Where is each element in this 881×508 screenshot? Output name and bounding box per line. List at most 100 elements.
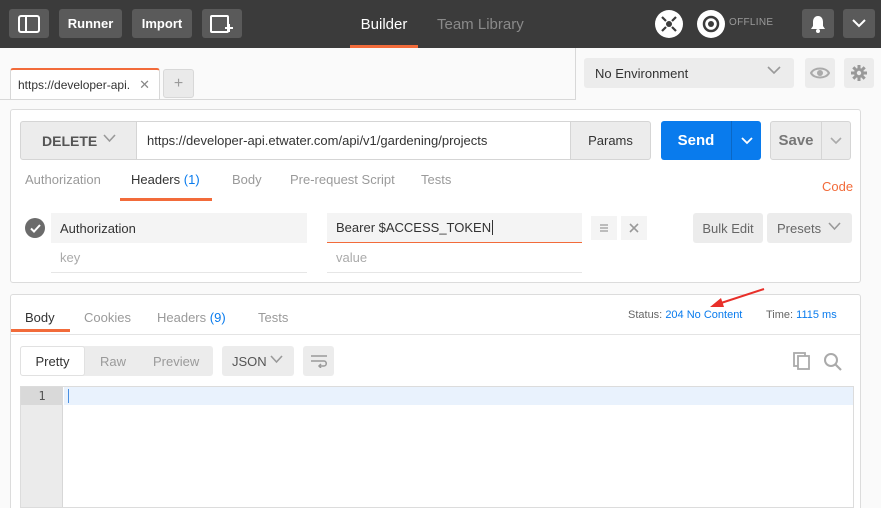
environment-quick-look-button[interactable]	[805, 58, 835, 88]
tab-team-library[interactable]: Team Library	[437, 0, 524, 48]
top-toolbar: Runner Import Builder Team Library OFFLI…	[0, 0, 881, 48]
time-value[interactable]: 1115 ms	[796, 309, 837, 321]
copy-response-button[interactable]	[792, 351, 812, 371]
import-button[interactable]: Import	[132, 9, 192, 38]
bulk-edit-label: Bulk Edit	[702, 220, 754, 236]
sync-status-icon	[702, 15, 720, 33]
header-value-value: Bearer $ACCESS_TOKEN	[336, 220, 492, 235]
sidebar-icon	[18, 14, 40, 33]
settings-menu-button[interactable]	[843, 9, 875, 38]
line-number-gutter	[21, 387, 63, 507]
interceptor-button[interactable]	[655, 10, 683, 38]
presets-select[interactable]: Presets	[767, 213, 852, 243]
response-tab-body[interactable]: Body	[11, 310, 70, 332]
status-label: Status:	[628, 309, 663, 321]
save-options-button[interactable]	[821, 121, 851, 160]
runner-button[interactable]: Runner	[59, 9, 122, 38]
url-input[interactable]: https://developer-api.etwater.com/api/v1…	[136, 121, 571, 160]
request-tab[interactable]: https://developer-api. ✕	[10, 68, 160, 99]
response-time: Time: 1115 ms	[766, 309, 837, 321]
environment-selected-label: No Environment	[595, 65, 689, 81]
header-key-field[interactable]: Authorization	[51, 213, 307, 243]
response-status: Status: 204 No Content	[628, 309, 742, 321]
format-preview-label: Preview	[153, 353, 200, 369]
response-body-editor[interactable]: 1	[20, 386, 854, 508]
text-cursor	[492, 220, 494, 235]
wrap-lines-button[interactable]	[303, 346, 334, 376]
check-icon	[29, 223, 41, 233]
tab-headers[interactable]: Headers (1)	[120, 172, 212, 202]
tab-tests[interactable]: Tests	[421, 172, 451, 202]
chevron-down-icon	[767, 66, 781, 75]
active-tab-indicator	[11, 329, 70, 332]
environment-divider	[575, 48, 576, 100]
format-pretty-button[interactable]: Pretty	[20, 346, 85, 376]
copy-icon	[793, 352, 810, 370]
new-header-key-input[interactable]: key	[51, 247, 307, 273]
params-button[interactable]: Params	[570, 121, 651, 160]
tab-authorization[interactable]: Authorization	[25, 172, 101, 202]
chevron-down-icon	[270, 355, 283, 364]
sidebar-toggle-button[interactable]	[9, 9, 49, 38]
header-enabled-checkbox[interactable]	[25, 218, 45, 238]
save-label: Save	[778, 132, 814, 149]
response-headers-count: (9)	[209, 310, 226, 325]
params-label: Params	[588, 133, 633, 148]
bell-icon	[811, 15, 825, 33]
response-tab-tests[interactable]: Tests	[258, 310, 288, 325]
sync-button[interactable]	[697, 10, 725, 38]
response-tab-tests-label: Tests	[258, 310, 289, 325]
request-tab-title: https://developer-api.	[18, 77, 131, 92]
text-cursor	[68, 389, 69, 403]
bulk-edit-button[interactable]: Bulk Edit	[693, 213, 763, 243]
delete-icon	[629, 223, 639, 233]
response-tab-body-label: Body	[25, 310, 55, 325]
tab-body[interactable]: Body	[232, 172, 262, 202]
search-response-button[interactable]	[822, 351, 842, 371]
notifications-button[interactable]	[802, 9, 834, 38]
chevron-down-icon	[852, 19, 866, 28]
response-tab-cookies[interactable]: Cookies	[84, 310, 131, 325]
tab-headers-label: Headers	[131, 172, 181, 187]
tab-body-label: Body	[232, 172, 262, 187]
time-label: Time:	[766, 309, 794, 321]
new-tab-button[interactable]: +	[163, 69, 194, 98]
save-button[interactable]: Save	[770, 121, 822, 160]
gear-icon	[851, 65, 867, 81]
generate-code-link[interactable]: Code	[822, 179, 853, 194]
drag-handle-button[interactable]	[591, 216, 617, 240]
language-label: JSON	[232, 353, 267, 369]
tab-builder[interactable]: Builder	[350, 0, 418, 48]
tab-authorization-label: Authorization	[25, 172, 101, 187]
runner-label: Runner	[67, 16, 114, 31]
presets-label: Presets	[777, 220, 822, 236]
environment-select[interactable]: No Environment	[584, 58, 794, 88]
line-number: 1	[21, 387, 63, 405]
drag-handle-icon	[600, 224, 608, 232]
method-select[interactable]: DELETE	[20, 121, 137, 160]
send-options-button[interactable]	[731, 121, 761, 160]
tab-pre-request-script[interactable]: Pre-request Script	[290, 172, 395, 202]
sync-status-text: OFFLINE	[729, 17, 774, 28]
format-raw-button[interactable]: Raw	[100, 346, 126, 376]
manage-environments-button[interactable]	[844, 58, 874, 88]
tab-pre-request-script-label: Pre-request Script	[290, 172, 395, 187]
new-window-icon	[210, 14, 233, 33]
chevron-down-icon	[103, 134, 116, 143]
eye-icon	[810, 67, 830, 79]
chevron-down-icon	[830, 136, 842, 144]
annotation-arrow-icon	[710, 288, 765, 307]
close-icon[interactable]: ✕	[139, 77, 150, 93]
header-key-value: Authorization	[60, 220, 136, 236]
delete-header-button[interactable]	[621, 216, 647, 240]
new-window-button[interactable]	[202, 9, 242, 38]
status-value[interactable]: 204 No Content	[665, 309, 742, 321]
header-value-field[interactable]: Bearer $ACCESS_TOKEN	[327, 213, 582, 243]
new-header-value-input[interactable]: value	[327, 247, 582, 273]
language-select[interactable]: JSON	[222, 346, 294, 376]
active-tab-indicator	[120, 198, 212, 201]
response-tab-headers[interactable]: Headers (9)	[157, 310, 226, 325]
response-tab-headers-label: Headers	[157, 310, 207, 325]
send-button[interactable]: Send	[661, 121, 731, 160]
format-preview-button[interactable]: Preview	[153, 346, 199, 376]
